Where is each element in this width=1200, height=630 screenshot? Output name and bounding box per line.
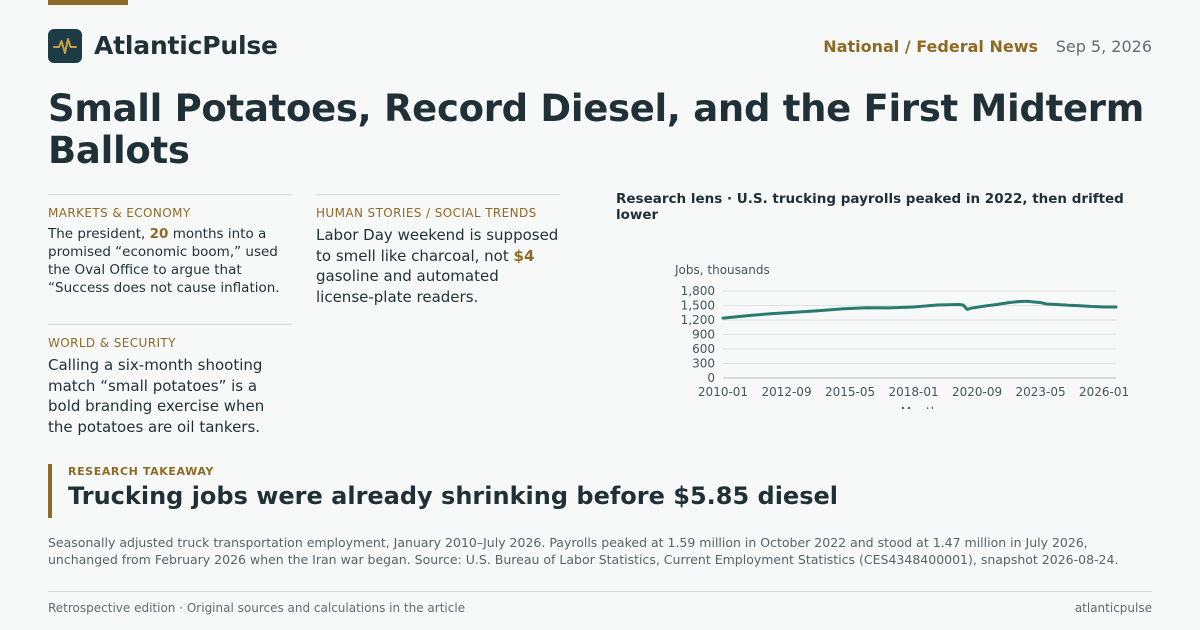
y-tick-label: 300	[692, 357, 715, 371]
logo[interactable]	[48, 29, 82, 63]
takeaway-title: Trucking jobs were already shrinking bef…	[68, 482, 838, 510]
x-tick-label: 2018-01	[888, 385, 938, 399]
x-tick-label: 2010-01	[698, 385, 748, 399]
footer: Retrospective edition · Original sources…	[48, 591, 1152, 621]
x-tick-label: 2026-01	[1079, 385, 1129, 399]
x-tick-label: 2012-09	[761, 385, 811, 399]
markets-kicker: MARKETS & ECONOMY	[48, 206, 191, 220]
markets-text-before: The president,	[48, 226, 150, 242]
research-takeaway: RESEARCH TAKEAWAY Trucking jobs were alr…	[48, 464, 1152, 518]
brand-name[interactable]: AtlanticPulse	[94, 31, 278, 60]
world-column: WORLD & SECURITY Calling a six-month sho…	[48, 324, 292, 437]
markets-highlight: 20	[149, 226, 169, 242]
x-tick-label: 2015-05	[825, 385, 875, 399]
masthead: AtlanticPulse National / Federal News Se…	[48, 29, 1152, 63]
footer-edition-note: Retrospective edition · Original sources…	[48, 601, 466, 615]
trucking-payroll-chart: Jobs, thousands 03006009001,2001,5001,800…	[674, 263, 1129, 419]
y-tick-label: 1,800	[681, 284, 715, 298]
series-line	[721, 299, 1118, 320]
y-axis-label: Jobs, thousands	[674, 263, 770, 277]
publish-date: Sep 5, 2026	[1055, 37, 1152, 56]
x-tick-label: 2023-05	[1016, 385, 1066, 399]
y-tick-label: 1,500	[681, 299, 715, 313]
y-tick-label: 0	[707, 371, 715, 385]
y-tick-label: 900	[692, 328, 715, 342]
world-text: Calling a six-month shooting match “smal…	[48, 356, 265, 436]
human-text: Labor Day weekend is supposed to smell l…	[316, 225, 560, 307]
markets-column: MARKETS & ECONOMY The president, 20 mont…	[48, 194, 292, 297]
section-link[interactable]: National / Federal News	[823, 37, 1038, 56]
pulse-icon	[53, 38, 77, 54]
y-tick-label: 1,200	[681, 313, 715, 327]
x-axis-label: Month	[901, 405, 939, 409]
human-highlight: $4	[513, 246, 535, 265]
chart-title: Research lens · U.S. trucking payrolls p…	[616, 191, 1124, 223]
human-kicker: HUMAN STORIES / SOCIAL TRENDS	[316, 206, 537, 220]
page-title: Small Potatoes, Record Diesel, and the F…	[48, 87, 1144, 172]
human-text-after: gasoline and automated license-plate rea…	[316, 267, 499, 306]
chart-footnote: Seasonally adjusted truck transportation…	[48, 535, 1119, 567]
y-tick-label: 600	[692, 342, 715, 356]
takeaway-kicker: RESEARCH TAKEAWAY	[68, 465, 214, 478]
x-tick-label: 2020-09	[952, 385, 1002, 399]
chart-panel: Research lens · U.S. trucking payrolls p…	[616, 191, 1152, 419]
human-column: HUMAN STORIES / SOCIAL TRENDS Labor Day …	[316, 194, 560, 307]
markets-text: The president, 20 months into a promised…	[48, 225, 292, 297]
footer-site-link[interactable]: atlanticpulse	[1075, 601, 1152, 615]
top-accent-rule	[48, 0, 128, 5]
world-kicker: WORLD & SECURITY	[48, 336, 176, 350]
